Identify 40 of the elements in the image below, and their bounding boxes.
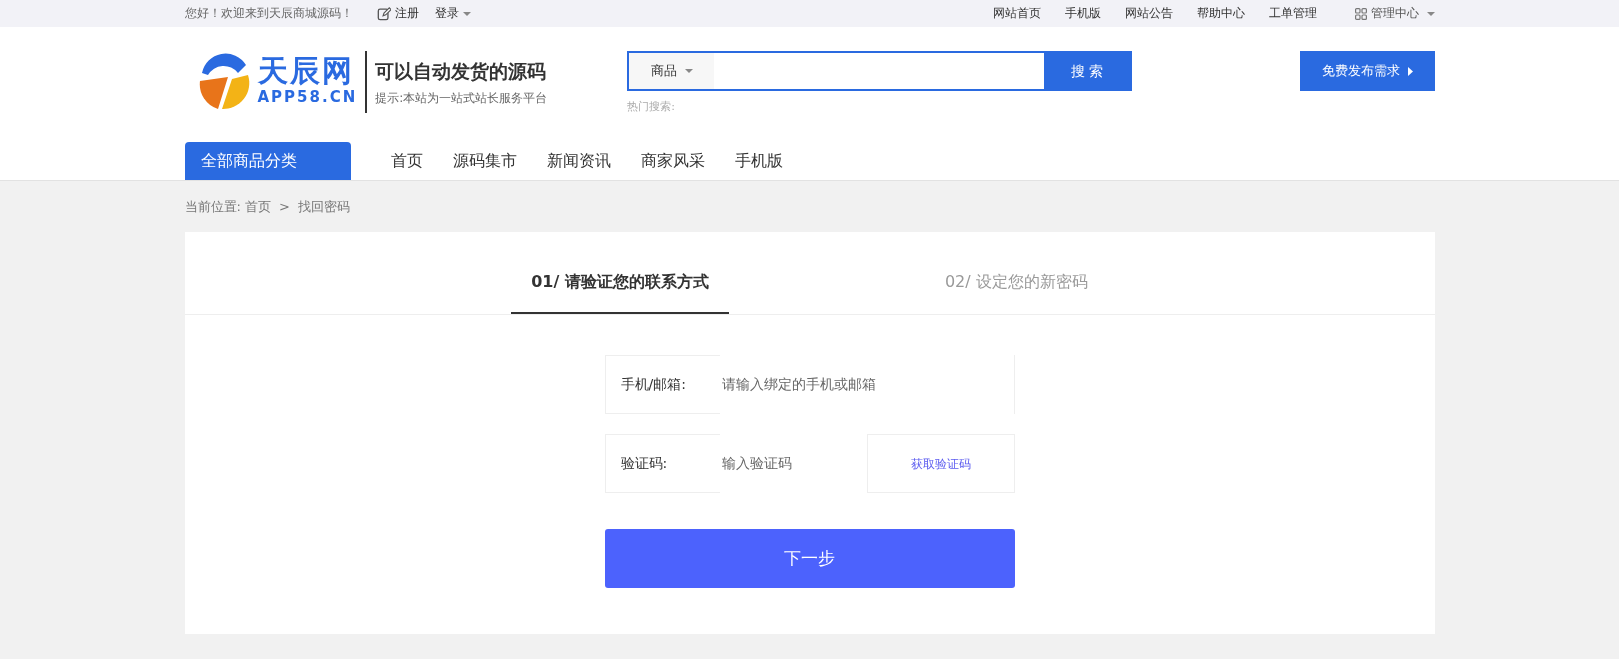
search-category-dropdown[interactable]: 商品 [629, 53, 715, 89]
nav-link[interactable]: 首页 [390, 149, 423, 173]
get-code-link[interactable]: 获取验证码 [866, 434, 1015, 493]
search-button[interactable]: 搜 索 [1044, 53, 1131, 89]
nav-link[interactable]: 商家风采 [640, 149, 705, 173]
publish-request-button[interactable]: 免费发布需求 [1299, 51, 1435, 91]
nav-link[interactable]: 源码集市 [452, 149, 517, 173]
top-link[interactable]: 网站公告 [1124, 4, 1173, 23]
logo-emblem-icon [197, 53, 250, 111]
top-link[interactable]: 手机版 [1064, 4, 1101, 23]
nav-link[interactable]: 新闻资讯 [546, 149, 611, 173]
triangle-right-icon [1407, 66, 1413, 76]
grid-icon [1354, 7, 1367, 20]
top-link[interactable]: 网站首页 [992, 4, 1041, 23]
breadcrumb-link[interactable]: 首页 [244, 196, 271, 217]
admin-center-link[interactable]: 管理中心 [1354, 4, 1435, 23]
logo-domain: APP58.CN [257, 86, 358, 108]
category-menu-button[interactable]: 全部商品分类 [184, 142, 351, 180]
caret-icon [684, 69, 693, 73]
field-label: 验证码: [604, 434, 720, 493]
next-step-button[interactable]: 下一步 [604, 529, 1015, 588]
nav-link[interactable]: 手机版 [734, 149, 783, 173]
register-link[interactable]: 注册 [376, 4, 419, 23]
field-label: 手机/邮箱: [604, 355, 720, 414]
breadcrumb-label: 当前位置: [184, 197, 241, 216]
top-link[interactable]: 工单管理 [1268, 4, 1317, 23]
logo-title: 天辰网 [257, 55, 355, 86]
top-link[interactable]: 帮助中心 [1196, 4, 1245, 23]
caret-icon [1426, 11, 1435, 16]
welcome-text: 您好！欢迎来到天辰商城源码！ [184, 4, 353, 22]
tip-text: 提示:本站为一站式站长服务平台 [375, 90, 548, 108]
hot-search-label: 热门搜索: [627, 99, 676, 115]
breadcrumb-link[interactable]: 找回密码 [297, 196, 350, 217]
input-field[interactable]: 请输入绑定的手机或邮箱 [719, 355, 1015, 414]
slogan: 可以自动发货的源码 [375, 58, 548, 84]
caret-icon [462, 11, 471, 16]
login-link[interactable]: 登录 [434, 4, 471, 23]
step-tab[interactable]: 01/ 请验证您的联系方式 [511, 270, 729, 314]
edit-icon [376, 6, 391, 21]
breadcrumb-separator: > [278, 197, 290, 216]
